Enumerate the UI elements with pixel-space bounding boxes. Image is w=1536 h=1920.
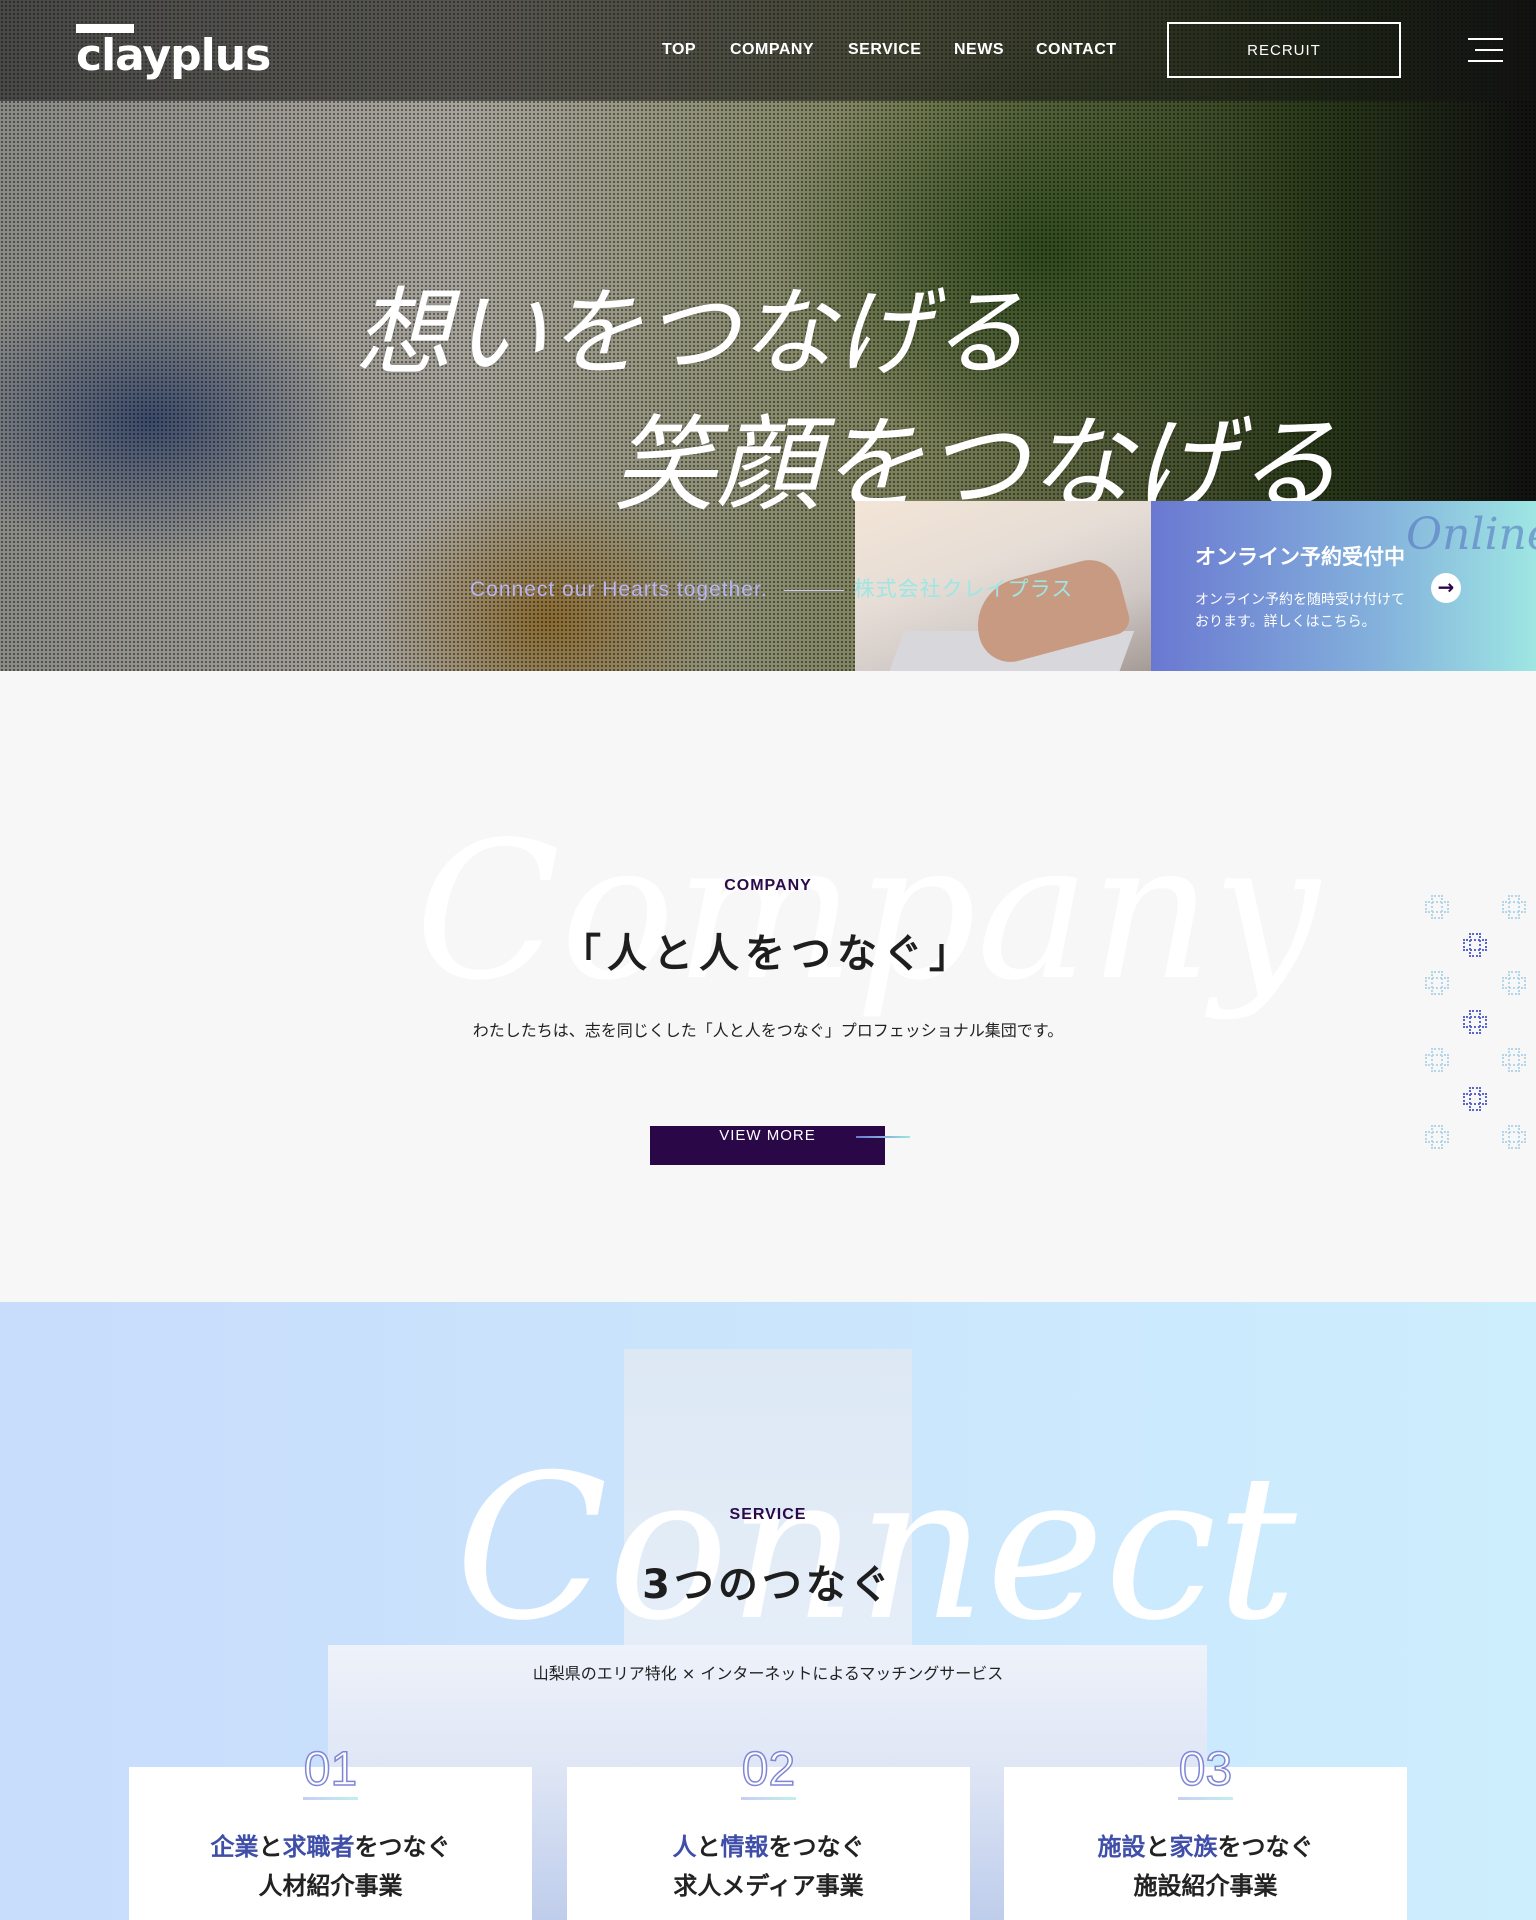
card-heading: 企業と求職者をつなぐ xyxy=(210,1833,451,1861)
card-heading: 人と情報をつなぐ xyxy=(672,1833,865,1861)
recruit-button[interactable]: RECRUIT xyxy=(1167,22,1401,78)
button-accent-line xyxy=(856,1136,910,1138)
divider xyxy=(783,589,844,591)
company-section: Company COMPANY 「人と人をつなぐ」 わたしたちは、志を同じくした… xyxy=(0,671,1536,1302)
underline xyxy=(1178,1797,1233,1800)
cross-icon xyxy=(1425,971,1449,995)
card-business-name: 求人メディア事業 xyxy=(673,1872,864,1900)
tagline-text: Connect our Hearts together. xyxy=(470,578,768,601)
hero-tagline: Connect our Hearts together. 株式会社クレイプラス xyxy=(470,573,1073,603)
company-label: COMPANY xyxy=(724,877,812,894)
cross-icon xyxy=(1502,1125,1526,1149)
cross-icon xyxy=(1502,971,1526,995)
card-business-name: 施設紹介事業 xyxy=(1133,1872,1278,1900)
company-name: 株式会社クレイプラス xyxy=(853,578,1074,601)
cross-icon xyxy=(1425,1048,1449,1072)
underline xyxy=(741,1797,796,1800)
nav-top[interactable]: TOP xyxy=(662,41,696,59)
cross-icon xyxy=(1463,1087,1487,1111)
nav-contact[interactable]: CONTACT xyxy=(1036,41,1117,59)
cross-icon xyxy=(1463,1010,1487,1034)
cross-icon xyxy=(1463,933,1487,957)
site-header: clayplus TOP COMPANY SERVICE NEWS CONTAC… xyxy=(0,0,1536,101)
service-script: Connect xyxy=(455,1432,1297,1665)
hero-line1: 想いをつなげる xyxy=(355,277,1027,389)
service-title: 3つのつなぐ xyxy=(642,1562,894,1608)
card-number: 01 xyxy=(303,1742,358,1797)
service-section: Connect SERVICE 3つのつなぐ 山梨県のエリア特化 × インターネ… xyxy=(0,1302,1536,1920)
online-desc-2: おります。詳しくはこちら。 xyxy=(1195,614,1376,630)
card-number: 03 xyxy=(1178,1742,1233,1797)
service-subtitle: 山梨県のエリア特化 × インターネットによるマッチングサービス xyxy=(532,1664,1004,1683)
company-title: 「人と人をつなぐ」 xyxy=(561,931,975,977)
online-desc-1: オンライン予約を随時受け付けて xyxy=(1195,592,1405,608)
card-business-name: 人材紹介事業 xyxy=(258,1872,403,1900)
arrow-right-icon[interactable]: → xyxy=(1431,573,1461,603)
hamburger-icon[interactable] xyxy=(1468,38,1503,62)
company-desc: わたしたちは、志を同じくした「人と人をつなぐ」プロフェッショナル集団です。 xyxy=(472,1021,1064,1040)
online-reservation-banner[interactable]: Online オンライン予約受付中 オンライン予約を随時受け付けて おります。詳… xyxy=(1151,501,1536,671)
card-heading: 施設と家族をつなぐ xyxy=(1097,1833,1314,1861)
cross-icon xyxy=(1425,895,1449,919)
nav-news[interactable]: NEWS xyxy=(954,41,1004,59)
online-title: オンライン予約受付中 xyxy=(1195,545,1405,569)
nav-service[interactable]: SERVICE xyxy=(848,41,921,59)
cross-icon xyxy=(1502,1048,1526,1072)
online-script: Online xyxy=(1406,509,1536,560)
company-script: Company xyxy=(415,801,1320,1022)
cross-icon xyxy=(1425,1125,1449,1149)
nav-company[interactable]: COMPANY xyxy=(730,41,814,59)
cross-icon xyxy=(1502,895,1526,919)
view-more-button[interactable]: VIEW MORE xyxy=(650,1126,885,1165)
underline xyxy=(303,1797,358,1800)
card-number: 02 xyxy=(741,1742,796,1797)
service-label: SERVICE xyxy=(729,1506,807,1523)
logo[interactable]: clayplus xyxy=(76,30,271,81)
